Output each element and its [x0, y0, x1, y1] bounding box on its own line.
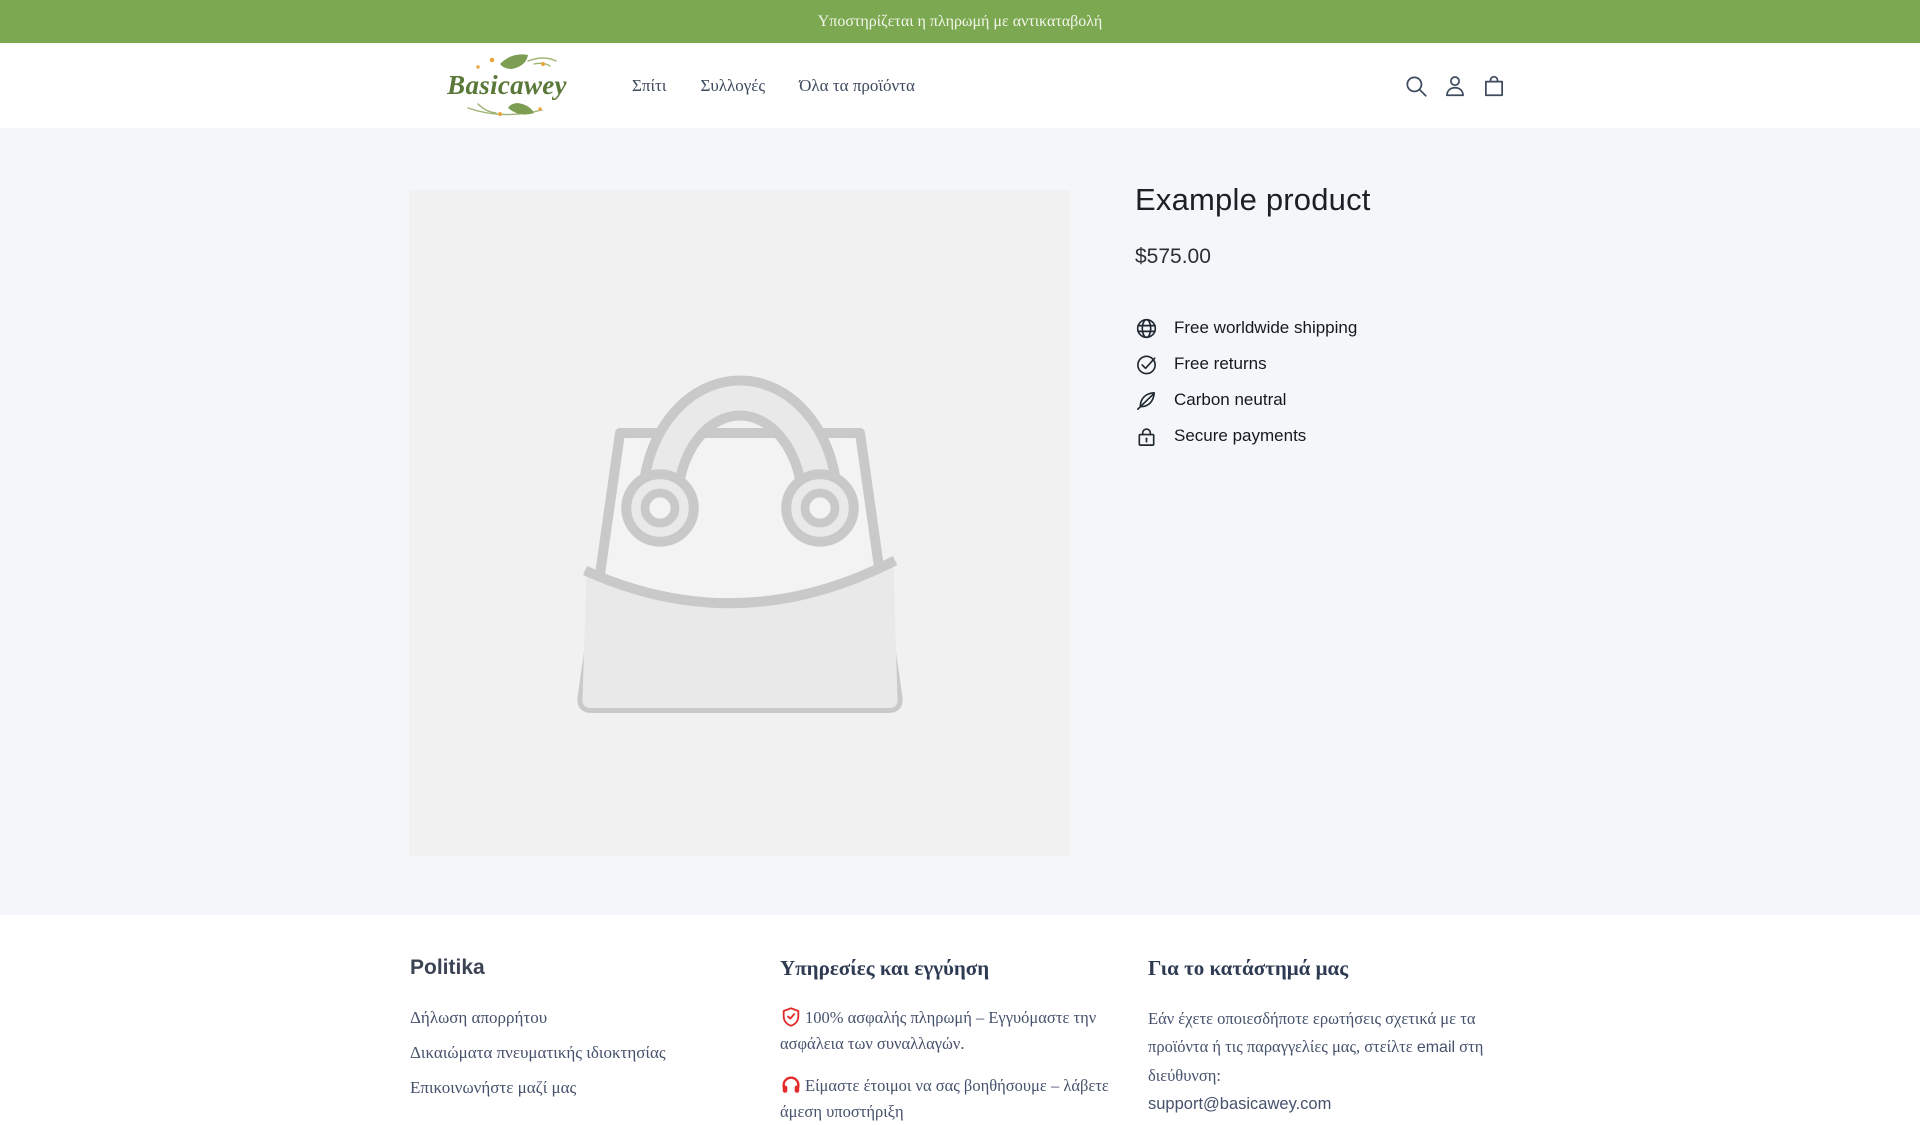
logo-wordmark: Basicawey — [447, 70, 567, 100]
footer-service-support: Είμαστε έτοιμοι να σας βοηθήσουμε – λάβε… — [780, 1073, 1128, 1125]
product-title: Example product — [1135, 182, 1371, 217]
cart-icon — [1485, 75, 1503, 96]
footer-link-privacy[interactable]: Δήλωση απορρήτου — [410, 1007, 740, 1028]
announcement-text: Υποστηρίζεται η πληρωμή με αντικαταβολή — [817, 12, 1103, 30]
product-price: $575.00 — [1135, 245, 1211, 268]
feature-payments: Secure payments — [1135, 418, 1575, 454]
footer-service-secure-payment: 100% ασφαλής πληρωμή – Εγγυόμαστε την ασ… — [780, 1005, 1128, 1057]
feature-label: Secure payments — [1174, 426, 1307, 445]
feature-label: Free returns — [1174, 354, 1267, 373]
site-footer: Politika Δήλωση απορρήτου Δικαιώματα πνε… — [0, 915, 1920, 1121]
product-section: Example product $575.00 Free worldwide s… — [0, 128, 1920, 915]
header-icons — [1402, 43, 1508, 128]
feature-label: Carbon neutral — [1174, 390, 1287, 409]
product-features: Free worldwide shipping Free returns Car… — [1135, 310, 1575, 454]
footer-service-text: Είμαστε έτοιμοι να σας βοηθήσουμε – λάβε… — [780, 1076, 1109, 1121]
feature-label: Free worldwide shipping — [1174, 318, 1358, 337]
footer-link-copyright[interactable]: Δικαιώματα πνευματικής ιδιοκτησίας — [410, 1042, 740, 1063]
leaf-icon — [1137, 391, 1155, 410]
footer-link-contact[interactable]: Επικοινωνήστε μαζί μας — [410, 1077, 740, 1098]
footer-policy-links: Δήλωση απορρήτου Δικαιώματα πνευματικής … — [410, 1007, 740, 1098]
store-logo[interactable]: Basicawey — [442, 52, 572, 119]
main-nav: Σπίτι Συλλογές Όλα τα προϊόντα — [632, 43, 915, 128]
feature-returns: Free returns — [1135, 346, 1575, 382]
footer-about-title: Για το κατάστημά μας — [1148, 956, 1349, 980]
shield-check-icon — [782, 1007, 800, 1027]
footer-about-text: Εάν έχετε οποιεσδήποτε ερωτήσεις σχετικά… — [1148, 1005, 1516, 1118]
footer-services-column: Υπηρεσίες και εγγύηση 100% ασφαλής πληρω… — [780, 915, 1128, 1125]
search-button[interactable] — [1402, 72, 1430, 100]
feature-shipping: Free worldwide shipping — [1135, 310, 1575, 346]
account-button[interactable] — [1441, 72, 1469, 100]
footer-policy-title: Politika — [410, 956, 485, 979]
search-icon — [1406, 75, 1427, 97]
nav-item-home[interactable]: Σπίτι — [632, 76, 666, 96]
nav-item-collections[interactable]: Συλλογές — [700, 76, 765, 96]
cart-button[interactable] — [1480, 72, 1508, 100]
headset-icon — [782, 1076, 800, 1093]
product-image-placeholder — [409, 190, 1070, 856]
placeholder-bag-icon — [576, 375, 903, 713]
footer-policy-column: Politika Δήλωση απορρήτου Δικαιώματα πνε… — [410, 915, 740, 1112]
footer-service-text: 100% ασφαλής πληρωμή – Εγγυόμαστε την ασ… — [780, 1008, 1097, 1053]
feature-carbon: Carbon neutral — [1135, 382, 1575, 418]
support-email: support@basicawey.com — [1148, 1095, 1332, 1113]
check-circle-icon — [1137, 355, 1156, 374]
site-header: Basicawey Σπίτι Συλλογές Όλα τα προϊόντα — [0, 43, 1920, 128]
account-icon — [1446, 75, 1464, 96]
lock-icon — [1138, 427, 1155, 446]
announcement-bar: Υποστηρίζεται η πληρωμή με αντικαταβολή — [0, 0, 1920, 43]
product-info: Example product $575.00 Free worldwide s… — [1135, 181, 1575, 454]
nav-item-all-products[interactable]: Όλα τα προϊόντα — [799, 76, 915, 96]
globe-icon — [1136, 318, 1157, 338]
header-inner: Basicawey Σπίτι Συλλογές Όλα τα προϊόντα — [410, 43, 1510, 128]
footer-about-column: Για το κατάστημά μας Εάν έχετε οποιεσδήπ… — [1148, 915, 1516, 1118]
footer-services-title: Υπηρεσίες και εγγύηση — [780, 956, 990, 980]
about-email-word: email — [1416, 1039, 1456, 1056]
